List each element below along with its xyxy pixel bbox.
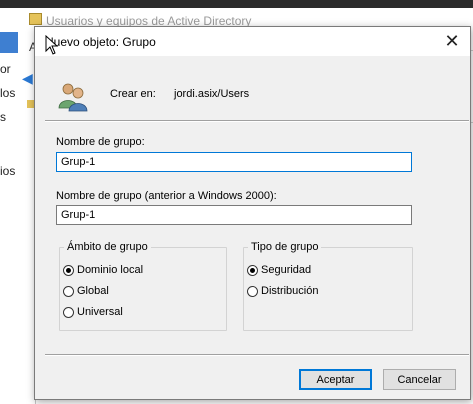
radio-button[interactable] xyxy=(247,285,258,297)
desktop-top-strip xyxy=(0,0,473,8)
group-type-groupbox: Tipo de grupo Seguridad Distribución xyxy=(243,241,413,331)
back-arrow-icon[interactable]: ◀ xyxy=(22,70,33,87)
type-option-security[interactable]: Seguridad xyxy=(247,264,311,276)
ad-left-panel: A ◀ or los s ios xyxy=(0,32,37,404)
radio-button[interactable] xyxy=(63,285,74,297)
dialog-titlebar[interactable]: Nuevo objeto: Grupo ✕ xyxy=(35,27,470,56)
scope-option-domain-local[interactable]: Dominio local xyxy=(63,264,143,276)
scope-option-universal[interactable]: Universal xyxy=(63,306,123,318)
radio-label: Seguridad xyxy=(261,264,312,276)
group-name-label: Nombre de grupo: xyxy=(56,136,145,148)
group-name-pre2000-label: Nombre de grupo (anterior a Windows 2000… xyxy=(56,190,277,202)
radio-label: Universal xyxy=(77,306,123,318)
radio-button[interactable] xyxy=(63,306,74,318)
header-separator xyxy=(45,120,469,122)
tree-item-fragment: or xyxy=(0,62,11,76)
group-name-input[interactable] xyxy=(56,152,412,172)
group-type-legend: Tipo de grupo xyxy=(248,241,322,253)
radio-label: Dominio local xyxy=(77,264,144,276)
group-scope-legend: Ámbito de grupo xyxy=(64,241,151,253)
radio-label: Global xyxy=(77,285,109,297)
create-in-path: jordi.asix/Users xyxy=(174,88,250,100)
footer-separator xyxy=(45,354,469,356)
scope-option-global[interactable]: Global xyxy=(63,285,109,297)
group-name-pre2000-input[interactable] xyxy=(56,205,412,225)
tree-item-fragment: ios xyxy=(0,164,16,178)
radio-button[interactable] xyxy=(247,264,258,276)
tree-selection-highlight xyxy=(0,32,18,53)
tree-item-fragment: s xyxy=(0,110,6,124)
ok-button[interactable]: Aceptar xyxy=(299,369,372,390)
close-icon[interactable]: ✕ xyxy=(434,27,470,56)
group-users-icon xyxy=(58,83,88,112)
active-directory-icon xyxy=(29,13,42,25)
tree-item-fragment: los xyxy=(0,86,16,100)
create-in-label: Crear en: xyxy=(110,88,156,100)
radio-label: Distribución xyxy=(261,285,319,297)
mouse-cursor-icon xyxy=(45,35,59,55)
radio-button[interactable] xyxy=(63,264,74,276)
cancel-button[interactable]: Cancelar xyxy=(383,369,456,390)
type-option-distribution[interactable]: Distribución xyxy=(247,285,318,297)
group-scope-groupbox: Ámbito de grupo Dominio local Global Uni… xyxy=(59,241,227,331)
new-group-dialog: Nuevo objeto: Grupo ✕ Crear en: jordi.as… xyxy=(34,26,471,400)
dialog-title: Nuevo objeto: Grupo xyxy=(45,35,156,49)
